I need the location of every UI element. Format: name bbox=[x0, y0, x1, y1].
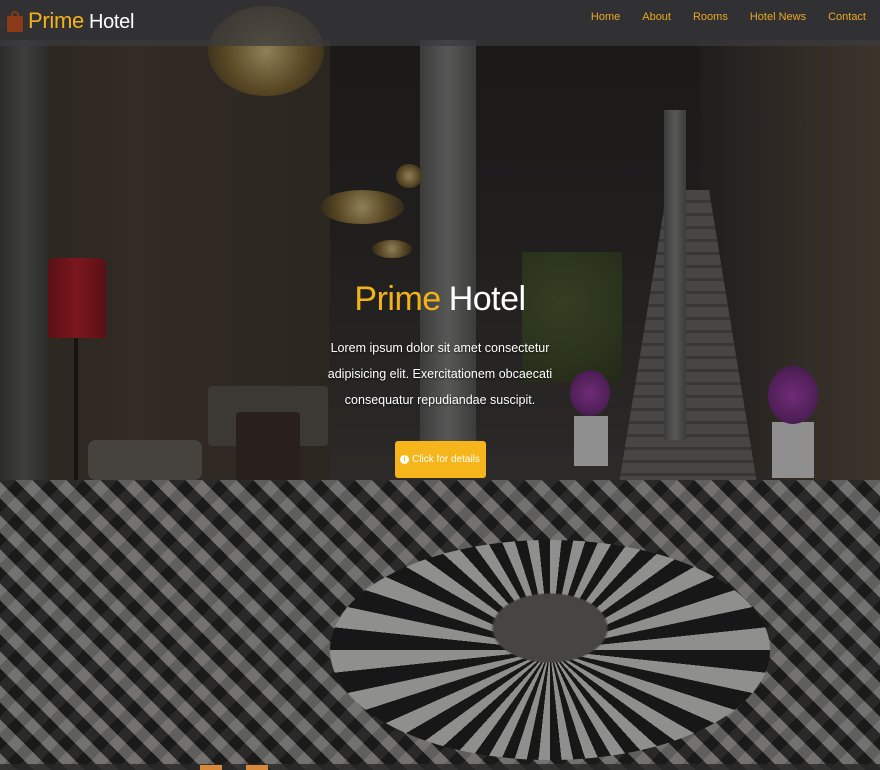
nav-item-hotel-news[interactable]: Hotel News bbox=[750, 11, 806, 23]
nav-menu: Home About Rooms Hotel News Contact bbox=[569, 11, 866, 23]
hero-content: Prime Hotel Lorem ipsum dolor sit amet co… bbox=[0, 280, 880, 478]
hero-description: Lorem ipsum dolor sit amet consectetur a… bbox=[327, 341, 553, 407]
brand-word-hotel: Hotel bbox=[88, 11, 135, 33]
strip-marker bbox=[246, 765, 268, 770]
shopping-bag-icon bbox=[7, 10, 23, 32]
nav-item-rooms[interactable]: Rooms bbox=[693, 11, 728, 23]
hero-title: Prime Hotel bbox=[0, 280, 880, 319]
cta-label: Click for details bbox=[412, 454, 480, 465]
click-for-details-button[interactable]: i Click for details bbox=[394, 441, 486, 478]
hero-title-hotel: Hotel bbox=[448, 280, 526, 318]
bottom-strip bbox=[0, 764, 880, 770]
brand-name: Prime Hotel bbox=[28, 8, 134, 34]
info-icon: i bbox=[400, 455, 410, 464]
strip-marker bbox=[200, 765, 222, 770]
hero-title-prime: Prime bbox=[354, 280, 441, 318]
brand-logo-link[interactable]: Prime Hotel bbox=[7, 8, 134, 34]
nav-item-about[interactable]: About bbox=[642, 11, 671, 23]
brand-word-prime: Prime bbox=[28, 8, 84, 33]
nav-item-contact[interactable]: Contact bbox=[828, 11, 866, 23]
nav-item-home[interactable]: Home bbox=[591, 11, 620, 23]
top-navbar: Prime Hotel Home About Rooms Hotel News C… bbox=[0, 0, 880, 46]
